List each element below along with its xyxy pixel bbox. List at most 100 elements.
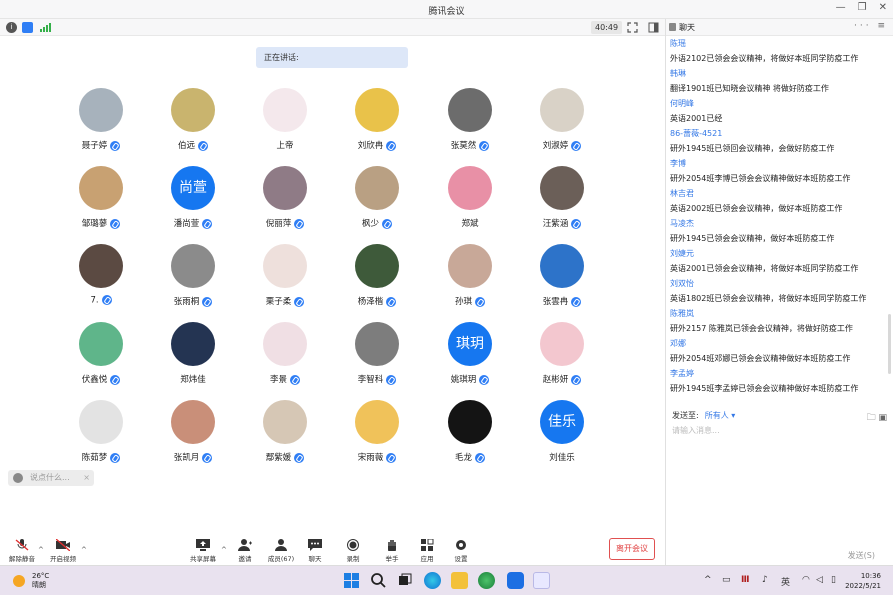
send-button[interactable]: 发送(S) [848, 550, 875, 561]
participant-tile[interactable]: 赵彬妍 [516, 319, 608, 397]
participant-tile[interactable]: 佳乐 刘佳乐 [516, 397, 608, 475]
participant-tile[interactable]: 聂子婷 [55, 85, 147, 163]
start-video-button[interactable]: 开启视频 [43, 538, 83, 563]
send-to-value[interactable]: 所有人 ▾ [705, 411, 736, 420]
participant-tile[interactable]: 李智科 [331, 319, 423, 397]
participant-tile[interactable]: 杨泽楷 [331, 241, 423, 319]
close-icon[interactable]: × [83, 470, 90, 486]
participant-tile[interactable]: 上帝 [239, 85, 331, 163]
more-icon[interactable]: ··· ≡ [854, 21, 888, 31]
participant-name-row: 郑斌 [424, 217, 516, 229]
participant-tile[interactable]: 李景 [239, 319, 331, 397]
tray-security-icon[interactable]: Ⅲ [741, 575, 750, 585]
chat-button[interactable]: 聊天 [295, 539, 335, 563]
chat-message: 英语2002班已领会会议精神，做好本班防疫工作 [670, 204, 843, 213]
leave-meeting-button[interactable]: 离开会议 [609, 538, 655, 560]
participant-tile[interactable]: 7. [55, 241, 147, 319]
raise-hand-button[interactable]: 举手 [372, 539, 412, 563]
share-screen-button[interactable]: 共享屏幕 [183, 539, 223, 563]
record-button[interactable]: 录制 [333, 539, 373, 563]
chat-message-list[interactable]: 陈瑶 外语2102已领会会议精神，将做好本班同学防疫工作 韩琳 翻译1901班已知晓会… [670, 36, 890, 410]
participant-tile[interactable]: 倪丽萍 [239, 163, 331, 241]
browser-icon[interactable] [478, 572, 495, 589]
layout-icon[interactable] [648, 22, 659, 36]
tray-app-icon[interactable]: ▭ [722, 575, 731, 585]
info-icon[interactable]: i [6, 22, 17, 33]
weather-temp: 26°C [32, 572, 50, 580]
quick-comment-input[interactable]: 说点什么... × [8, 470, 94, 486]
weather-widget[interactable]: 26°C 晴朗 [32, 572, 49, 590]
fullscreen-icon[interactable] [627, 22, 638, 36]
participant-tile[interactable]: 尚萱 潘尚萱 [147, 163, 239, 241]
weather-sun-icon[interactable] [13, 575, 25, 587]
participant-tile[interactable]: 陈茹梦 [55, 397, 147, 475]
edge-icon[interactable] [424, 572, 441, 589]
file-icon[interactable]: 🗀 [867, 413, 876, 423]
restore-button[interactable]: ❐ [858, 2, 867, 13]
participant-tile[interactable]: 枫少 [331, 163, 423, 241]
search-icon[interactable] [370, 572, 387, 589]
mic-icon [571, 296, 582, 307]
participant-tile[interactable]: 宋雨薇 [331, 397, 423, 475]
settings-button[interactable]: 设置 [441, 539, 481, 563]
signal-icon[interactable] [40, 23, 52, 32]
participant-tile[interactable]: 琪玥 姚琪玥 [424, 319, 516, 397]
system-clock[interactable]: 10:36 2022/5/21 [845, 571, 881, 591]
participant-name: 刘淑婷 [542, 141, 569, 151]
snipping-tool-icon[interactable] [533, 572, 550, 589]
ime-indicator[interactable]: 英 [781, 575, 790, 588]
start-menu-icon[interactable] [343, 572, 360, 589]
chat-scrollbar[interactable] [888, 314, 891, 374]
participant-name: 张莫然 [450, 141, 477, 151]
tray-chevron-icon[interactable]: ^ [704, 575, 712, 585]
participant-tile[interactable]: 张凯月 [147, 397, 239, 475]
volume-icon[interactable]: ◁ [816, 575, 823, 585]
avatar [448, 400, 492, 444]
shield-icon[interactable] [22, 22, 33, 33]
participant-name: 栗子柔 [265, 297, 292, 307]
participant-tile[interactable]: 郑炜佳 [147, 319, 239, 397]
tencent-meeting-icon[interactable] [507, 572, 524, 589]
participant-tile[interactable]: 张雲冉 [516, 241, 608, 319]
task-view-icon[interactable] [396, 572, 413, 589]
participant-tile[interactable]: 栗子柔 [239, 241, 331, 319]
participant-name: 张雲冉 [542, 297, 569, 307]
file-explorer-icon[interactable] [451, 572, 468, 589]
participant-tile[interactable]: 刘淑婷 [516, 85, 608, 163]
participant-tile[interactable]: 郑斌 [424, 163, 516, 241]
members-icon [274, 539, 288, 551]
chat-icon [308, 539, 322, 551]
participant-tile[interactable]: 伯远 [147, 85, 239, 163]
participant-name: 伯远 [177, 141, 195, 151]
participant-tile[interactable]: 邹璐蓼 [55, 163, 147, 241]
close-button[interactable]: ✕ [879, 2, 887, 13]
chat-message: 翻译1901班已知晓会议精神 将做好防疫工作 [670, 84, 829, 93]
chat-sender: 86-蔷薇-4521 [670, 129, 723, 138]
gear-icon [454, 539, 468, 551]
unmute-button[interactable]: 解除静音 [2, 539, 42, 563]
wifi-icon[interactable]: ◠ [802, 575, 810, 585]
mic-icon [479, 374, 490, 385]
participant-tile[interactable]: 孙琪 [424, 241, 516, 319]
mic-icon [290, 374, 300, 385]
avatar-icon [13, 473, 23, 483]
participant-tile[interactable]: 汪紫涵 [516, 163, 608, 241]
participant-tile[interactable]: 张莫然 [424, 85, 516, 163]
minimize-button[interactable]: — [836, 2, 846, 13]
participant-tile[interactable]: 毛龙 [424, 397, 516, 475]
battery-icon[interactable]: ▯ [831, 575, 836, 585]
participant-tile[interactable]: 鄢紫媛 [239, 397, 331, 475]
participant-tile[interactable]: 伏鑫悦 [55, 319, 147, 397]
participant-tile[interactable]: 张雨桐 [147, 241, 239, 319]
participant-tile[interactable]: 刘欣冉 [331, 85, 423, 163]
microphone-icon[interactable]: ♪ [762, 575, 768, 585]
send-to-selector[interactable]: 发送至: 所有人 ▾ [672, 410, 735, 421]
screenshot-icon[interactable]: ▣ [878, 413, 887, 423]
chat-message: 外语2102已领会会议精神，将做好本班同学防疫工作 [670, 54, 859, 63]
chat-message: 研外2054班李博已领会会议精神做好本班防疫工作 [670, 174, 851, 183]
invite-button[interactable]: 邀请 [225, 539, 265, 563]
participant-grid: 聂子婷伯远 上帝 刘欣冉张莫然 刘淑婷邹璐蓼 尚萱 潘尚萱 倪丽萍 枫少 郑斌 汪紫涵 7. 张雨桐栗… [55, 85, 635, 485]
video-options-chevron-icon[interactable]: ^ [81, 546, 87, 554]
participant-name: 刘佳乐 [549, 453, 575, 463]
chat-message-input[interactable]: 请输入消息... [672, 425, 720, 436]
